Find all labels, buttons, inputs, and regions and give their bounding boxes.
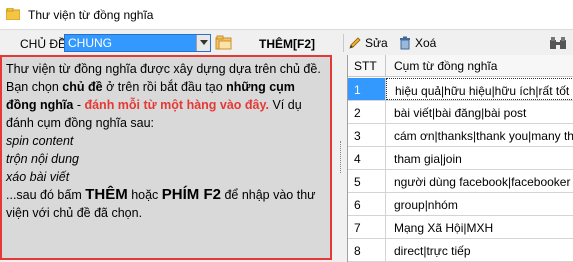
edit-button-label: Sửa — [365, 36, 388, 50]
help-text-emphasis: PHÍM F2 — [161, 186, 221, 203]
row-stt[interactable]: 5 — [348, 170, 386, 192]
help-text-emphasis: THÊM — [85, 186, 128, 203]
row-stt[interactable]: 4 — [348, 147, 386, 169]
row-phrase[interactable]: Mạng Xã Hội|MXH — [386, 216, 573, 238]
example-phrase: spin content — [6, 134, 74, 148]
folder-open-icon[interactable] — [215, 34, 233, 52]
table-row[interactable]: 1 hiệu quả|hữu hiệu|hữu ích|rất tốt — [348, 78, 573, 101]
row-phrase[interactable]: người dùng facebook|facebooker — [386, 170, 573, 192]
table-row[interactable]: 7 Mạng Xã Hội|MXH — [348, 216, 573, 239]
row-stt[interactable]: 1 — [348, 78, 386, 100]
row-phrase[interactable]: hiệu quả|hữu hiệu|hữu ích|rất tốt — [386, 78, 573, 100]
row-phrase[interactable]: group|nhóm — [386, 193, 573, 215]
help-text-bold: chủ đề — [62, 80, 103, 94]
table-row[interactable]: 3 cám ơn|thanks|thank you|many th — [348, 124, 573, 147]
row-phrase[interactable]: bài viết|bài đăng|bài post — [386, 101, 573, 123]
column-header-phrase[interactable]: Cụm từ đồng nghĩa — [386, 55, 573, 77]
table-row[interactable]: 2 bài viết|bài đăng|bài post — [348, 101, 573, 124]
help-text-part: ở trên rồi bắt đầu tạo — [102, 80, 227, 94]
topic-label: CHỦ ĐỀ: — [20, 37, 70, 51]
instruction-text: Thư viện từ đồng nghĩa được xây dựng dựa… — [6, 60, 328, 222]
help-text-part: hoặc — [127, 188, 162, 202]
toolbar-divider — [343, 34, 344, 52]
add-button[interactable]: THÊM[F2] — [259, 37, 315, 51]
row-phrase[interactable]: tham gia|join — [386, 147, 573, 169]
table-row[interactable]: 8 direct|trực tiếp — [348, 239, 573, 262]
help-text-highlight: đánh mỗi từ một hàng vào đây. — [84, 98, 269, 112]
topic-dropdown-value: CHUNG — [68, 36, 112, 50]
pencil-icon — [349, 37, 361, 49]
delete-button-label: Xoá — [415, 36, 437, 50]
grid-header: STT Cụm từ đồng nghĩa — [348, 55, 573, 77]
binoculars-icon[interactable] — [548, 34, 568, 52]
row-phrase[interactable]: direct|trực tiếp — [386, 239, 573, 261]
splitter-grip[interactable] — [340, 141, 342, 173]
row-stt[interactable]: 2 — [348, 101, 386, 123]
row-phrase[interactable]: cám ơn|thanks|thank you|many th — [386, 124, 573, 146]
toolbar: CHỦ ĐỀ: CHUNG THÊM[F2] Sửa Xoá — [0, 31, 573, 55]
table-row[interactable]: 5 người dùng facebook|facebooker — [348, 170, 573, 193]
app-icon — [6, 8, 20, 20]
row-stt[interactable]: 3 — [348, 124, 386, 146]
chevron-down-icon[interactable] — [196, 35, 210, 51]
example-phrase: xáo bài viết — [6, 170, 70, 184]
topic-dropdown[interactable]: CHUNG — [64, 34, 211, 52]
instruction-panel[interactable]: Thư viện từ đồng nghĩa được xây dựng dựa… — [0, 55, 332, 260]
title-bar: Thư viện từ đồng nghĩa — [0, 0, 573, 30]
row-stt[interactable]: 7 — [348, 216, 386, 238]
window-title: Thư viện từ đồng nghĩa — [28, 8, 154, 22]
table-row[interactable]: 6 group|nhóm — [348, 193, 573, 216]
trash-icon — [400, 36, 410, 50]
synonym-grid[interactable]: STT Cụm từ đồng nghĩa 1 hiệu quả|hữu hiệu… — [347, 55, 573, 262]
edit-button[interactable]: Sửa — [348, 34, 388, 52]
delete-button[interactable]: Xoá — [398, 34, 436, 52]
help-text-part: - — [73, 98, 85, 112]
example-phrase: trộn nội dung — [6, 152, 79, 166]
panel-splitter[interactable] — [335, 55, 347, 262]
help-text-part: ...sau đó bấm — [6, 188, 86, 202]
column-header-stt[interactable]: STT — [348, 55, 386, 77]
row-stt[interactable]: 6 — [348, 193, 386, 215]
table-row[interactable]: 4 tham gia|join — [348, 147, 573, 170]
row-stt[interactable]: 8 — [348, 239, 386, 261]
